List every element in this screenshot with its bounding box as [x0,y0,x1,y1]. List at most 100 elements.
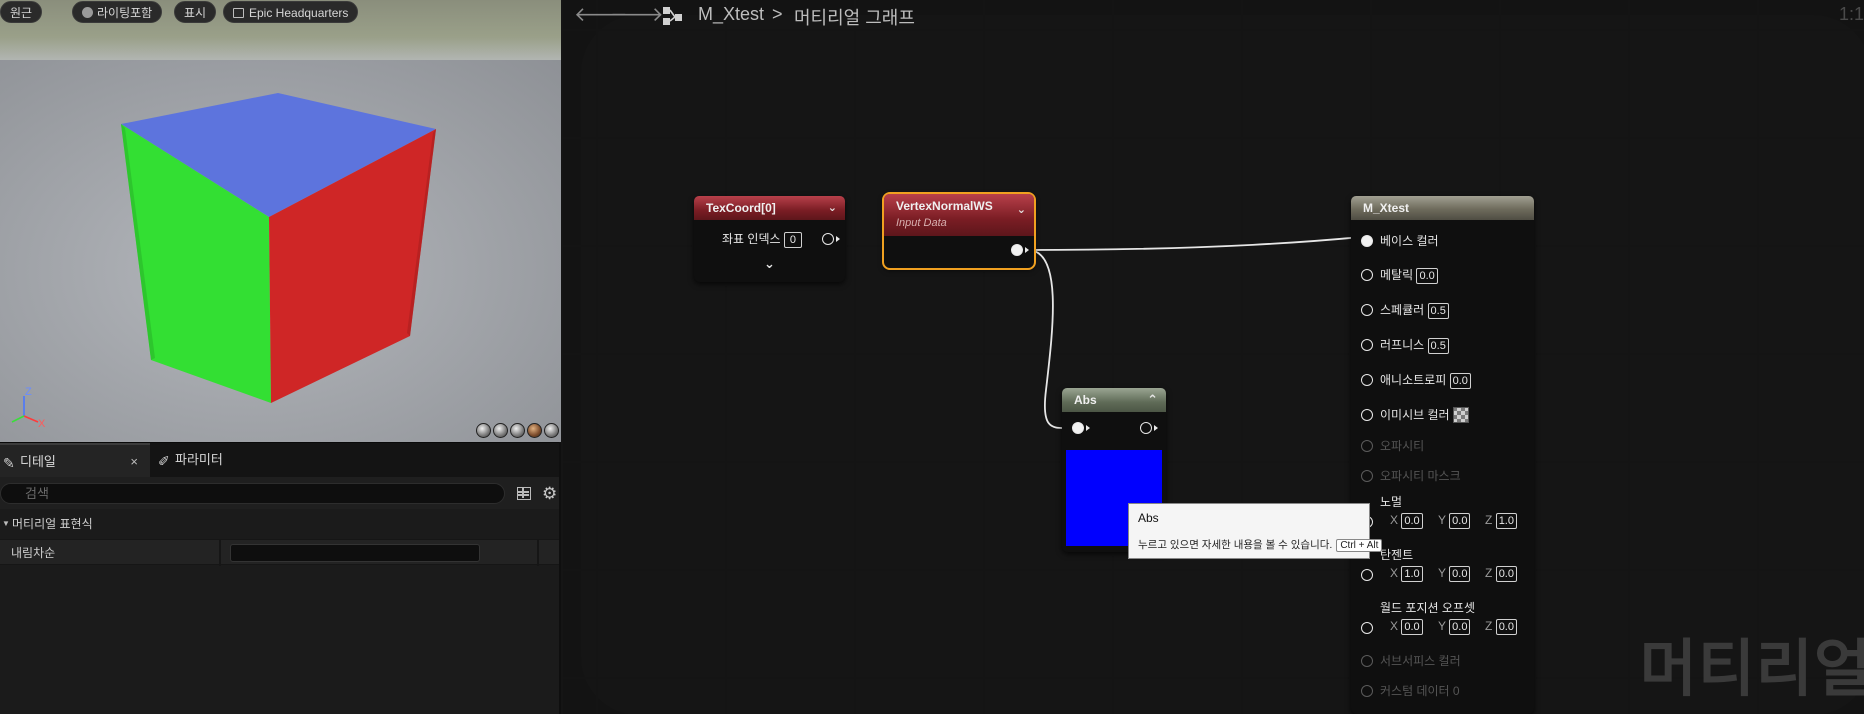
pin-opacity-label: 오파시티 [1380,439,1425,453]
node-header[interactable]: TexCoord[0] ⌄ [694,196,845,220]
coordinate-index-label: 좌표 인덱스 [722,232,781,246]
pin-tangent[interactable] [1361,569,1373,581]
breadcrumb-root[interactable]: M_Xtest [698,4,764,25]
lighting-mode-button[interactable]: 라이팅포함 [72,1,163,23]
chevron-up-icon[interactable]: ⌃ [1147,388,1158,412]
pin-normal-y-value[interactable]: 0.0 [1449,513,1471,529]
show-menu-button[interactable]: 표시 [174,1,217,23]
cube-preview-icon[interactable] [527,423,542,438]
pin-tangent-y-value[interactable]: 0.0 [1449,566,1471,582]
pin-roughness[interactable] [1361,339,1373,351]
pin-world-position-offset-z-value[interactable]: 0.0 [1495,619,1517,635]
pin-base-color-label: 베이스 컬러 [1380,234,1439,248]
brush-icon: ✐ [158,453,170,469]
pin-specular-label: 스페큘러 [1380,303,1425,317]
output-pin[interactable] [1011,244,1023,256]
category-material-expression[interactable]: ▼ 머티리얼 표현식 [0,509,559,539]
axis-x-label: X [38,418,46,428]
output-pin[interactable] [1140,422,1152,434]
node-texcoord[interactable]: TexCoord[0] ⌄ 좌표 인덱스 0 ⌄ [694,196,845,282]
table-view-icon[interactable] [517,487,531,500]
tooltip: Abs 누르고 있으면 자세한 내용을 볼 수 있습니다. Ctrl + Alt [1128,503,1383,559]
close-icon[interactable]: × [130,445,138,479]
lighting-icon [82,7,93,18]
cylinder-preview-icon[interactable] [476,423,491,438]
pin-world-position-offset-x-value[interactable]: 0.0 [1401,619,1423,635]
pin-world-position-offset-label: 월드 포지션 오프셋 [1380,601,1475,615]
tab-parameters[interactable]: ✐ 파라미터 [155,443,275,478]
preview-shape-buttons[interactable] [476,423,559,438]
output-pin[interactable] [822,233,834,245]
pin-anisotropy[interactable] [1361,374,1373,386]
shortcut-badge: Ctrl + Alt [1336,539,1383,552]
coordinate-index-field[interactable]: 0 [783,232,802,248]
pin-roughness-label: 러프니스 [1380,338,1425,352]
emissive-swatch[interactable] [1452,407,1469,423]
output-arrow-icon [836,236,840,242]
property-row-sort: 내림차순 [0,539,559,566]
preview-scene-button[interactable]: Epic Headquarters [223,1,359,23]
search-input[interactable] [0,483,505,504]
axis-gizmo: Z X [11,386,46,428]
pin-metallic[interactable] [1361,269,1373,281]
pin-normal-z-value[interactable]: 1.0 [1495,513,1517,529]
node-vertexnormalws[interactable]: VertexNormalWS Input Data ⌄ [882,192,1036,270]
perspective-button[interactable]: 원근 [0,1,43,23]
pin-metallic-value[interactable]: 0.0 [1416,268,1438,284]
tab-details[interactable]: ✎ 디테일 × [0,443,150,478]
details-panel: ✎ 디테일 × ✐ 파라미터 ⚙ ▼ 머티리얼 표현식 내림차순 [0,442,561,714]
pin-tangent-label: 탄젠트 [1380,548,1414,562]
pin-specular[interactable] [1361,304,1373,316]
scene-icon [233,8,244,18]
chevron-down-icon[interactable]: ⌄ [1017,202,1026,218]
node-header[interactable]: Abs ⌃ [1062,388,1166,412]
pin-subsurface-color[interactable] [1361,655,1373,667]
graph-wires [1027,235,1375,429]
pin-emissive-color[interactable] [1361,409,1373,421]
collapse-triangle-icon[interactable]: ▼ [2,509,10,539]
pin-tangent-z-value[interactable]: 0.0 [1495,566,1517,582]
wire-normal-to-basecolor [1027,235,1375,251]
pin-roughness-value[interactable]: 0.5 [1427,338,1449,354]
pin-opacity-mask[interactable] [1361,470,1373,482]
pin-opacity-mask-label: 오파시티 마스크 [1380,469,1461,483]
graph-watermark: 머티리얼 [1639,635,1864,704]
pin-subsurface-color-label: 서브서피스 컬러 [1380,654,1461,668]
node-header[interactable]: VertexNormalWS Input Data ⌄ [884,194,1034,236]
plane-preview-icon[interactable] [510,423,525,438]
pin-world-position-offset[interactable] [1361,622,1373,634]
preview-cube [121,93,436,403]
pin-base-color[interactable] [1361,235,1373,247]
axis-z-label: Z [25,386,32,398]
mesh-preview-icon[interactable] [544,423,559,438]
pin-normal-label: 노멀 [1380,495,1403,509]
forward-arrow-icon[interactable]: 🡒 [610,2,664,27]
pin-opacity[interactable] [1361,440,1373,452]
pin-emissive-color-label: 이미시브 컬러 [1380,408,1450,422]
expand-chevron-icon[interactable]: ⌄ [764,256,837,272]
chevron-down-icon[interactable]: ⌄ [828,196,837,220]
pin-metallic-label: 메탈릭 [1380,268,1414,282]
material-preview-viewport[interactable]: 원근 라이팅포함 표시 Epic Headquarters Z X [0,0,561,442]
graph-header: 🡐 🡒 M_Xtest > 머티리얼 그래프 1:1 [563,0,1864,30]
material-graph[interactable]: 🡐 🡒 M_Xtest > 머티리얼 그래프 1:1 머티리얼 TexCoord… [563,0,1864,714]
output-arrow-icon [1025,247,1029,253]
pencil-icon: ✎ [3,455,15,471]
pin-custom-data-label: 커스텀 데이터 0 [1380,684,1460,698]
pin-tangent-x-value[interactable]: 1.0 [1401,566,1423,582]
details-tab-bar: ✎ 디테일 × ✐ 파라미터 [0,442,559,478]
pin-normal-x-value[interactable]: 0.0 [1401,513,1423,529]
pin-world-position-offset-y-value[interactable]: 0.0 [1449,619,1471,635]
pin-specular-value[interactable]: 0.5 [1427,303,1449,319]
zoom-level: 1:1 [1838,4,1864,24]
pin-anisotropy-value[interactable]: 0.0 [1449,373,1471,389]
property-value-field[interactable] [230,544,480,562]
pin-anisotropy-label: 애니소트로피 [1380,373,1447,387]
node-header[interactable]: M_Xtest [1351,196,1534,220]
breadcrumb-current: 머티리얼 그래프 [794,8,915,28]
sphere-preview-icon[interactable] [493,423,508,438]
node-material-result[interactable]: M_Xtest 베이스 컬러 메탈릭 0.0 스페큘러 0.5 러프니스 0.5 애니소… [1351,196,1534,714]
gear-icon[interactable]: ⚙ [542,484,557,504]
pin-custom-data[interactable] [1361,685,1373,697]
input-pin[interactable] [1072,422,1084,434]
